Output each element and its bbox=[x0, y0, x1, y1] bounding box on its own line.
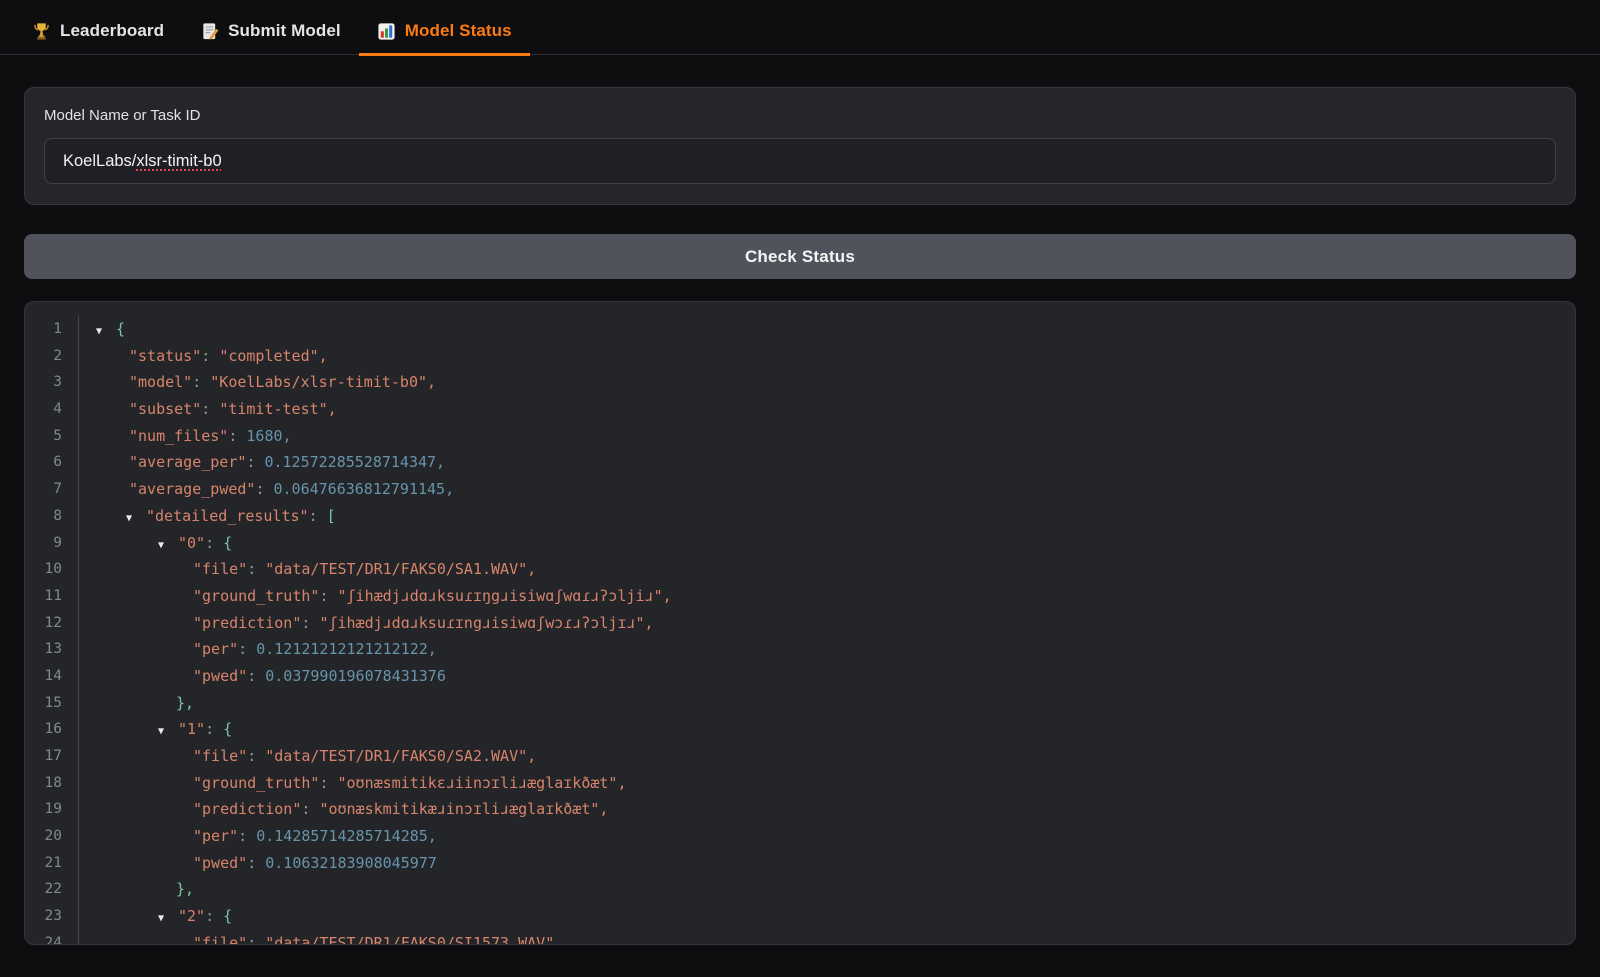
line-number: 8 bbox=[25, 503, 78, 530]
json-line: 8▼"detailed_results": [ bbox=[25, 503, 1575, 530]
line-number: 11 bbox=[25, 583, 78, 610]
json-line: 2"status": "completed", bbox=[25, 343, 1575, 370]
line-number: 21 bbox=[25, 850, 78, 877]
model-input-panel: Model Name or Task ID KoelLabs/xlsr-timi… bbox=[24, 87, 1576, 205]
tab-submit-model[interactable]: Submit Model bbox=[182, 10, 359, 56]
json-line: 1▼{ bbox=[25, 316, 1575, 343]
tab-model-status[interactable]: Model Status bbox=[359, 10, 530, 56]
line-number: 10 bbox=[25, 556, 78, 583]
memo-icon bbox=[200, 22, 219, 41]
json-line: 22}, bbox=[25, 876, 1575, 903]
json-line: 17"file": "data/TEST/DR1/FAKS0/SA2.WAV", bbox=[25, 743, 1575, 770]
collapse-triangle-icon[interactable]: ▼ bbox=[96, 319, 116, 343]
json-line: 10"file": "data/TEST/DR1/FAKS0/SA1.WAV", bbox=[25, 556, 1575, 583]
line-number: 23 bbox=[25, 903, 78, 930]
model-input-label: Model Name or Task ID bbox=[44, 107, 1556, 124]
json-line: 3"model": "KoelLabs/xlsr-timit-b0", bbox=[25, 369, 1575, 396]
json-line: 20"per": 0.14285714285714285, bbox=[25, 823, 1575, 850]
line-number: 6 bbox=[25, 449, 78, 476]
check-status-button[interactable]: Check Status bbox=[24, 234, 1576, 279]
tab-submit-model-label: Submit Model bbox=[228, 21, 341, 41]
line-number: 2 bbox=[25, 343, 78, 370]
tab-bar: Leaderboard Submit Model Model Status bbox=[0, 0, 1600, 55]
json-line: 14"pwed": 0.037990196078431376 bbox=[25, 663, 1575, 690]
line-number: 24 bbox=[25, 930, 78, 945]
json-line: 21"pwed": 0.10632183908045977 bbox=[25, 850, 1575, 877]
line-number: 3 bbox=[25, 369, 78, 396]
collapse-triangle-icon[interactable]: ▼ bbox=[158, 533, 178, 557]
json-line: 16▼"1": { bbox=[25, 716, 1575, 743]
json-line: 7"average_pwed": 0.06476636812791145, bbox=[25, 476, 1575, 503]
tab-leaderboard[interactable]: Leaderboard bbox=[14, 10, 182, 56]
collapse-triangle-icon[interactable]: ▼ bbox=[158, 719, 178, 743]
bar-chart-icon bbox=[377, 22, 396, 41]
json-line: 23▼"2": { bbox=[25, 903, 1575, 930]
json-line: 6"average_per": 0.12572285528714347, bbox=[25, 449, 1575, 476]
collapse-triangle-icon[interactable]: ▼ bbox=[126, 506, 146, 530]
line-number: 16 bbox=[25, 716, 78, 743]
json-line: 24"file": "data/TEST/DR1/FAKS0/SI1573.WA… bbox=[25, 930, 1575, 945]
json-line: 4"subset": "timit-test", bbox=[25, 396, 1575, 423]
line-number: 7 bbox=[25, 476, 78, 503]
collapse-triangle-icon[interactable]: ▼ bbox=[158, 906, 178, 930]
line-number: 17 bbox=[25, 743, 78, 770]
line-number: 5 bbox=[25, 423, 78, 450]
line-number: 18 bbox=[25, 770, 78, 797]
model-name-input[interactable]: KoelLabs/xlsr-timit-b0 bbox=[44, 138, 1556, 184]
tab-leaderboard-label: Leaderboard bbox=[60, 21, 164, 41]
line-number: 20 bbox=[25, 823, 78, 850]
json-line: 11"ground_truth": "ʃihædjɹdɑɹksuɾɪŋgɹisi… bbox=[25, 583, 1575, 610]
json-line: 5"num_files": 1680, bbox=[25, 423, 1575, 450]
json-line: 19"prediction": "oʊnæskmitikæɹinɔɪliɹægl… bbox=[25, 796, 1575, 823]
line-number: 19 bbox=[25, 796, 78, 823]
tab-model-status-label: Model Status bbox=[405, 21, 512, 41]
json-line: 13"per": 0.12121212121212122, bbox=[25, 636, 1575, 663]
line-number: 4 bbox=[25, 396, 78, 423]
line-number: 1 bbox=[25, 316, 78, 343]
model-name-value-prefix: KoelLabs/ bbox=[63, 152, 136, 171]
json-line: 15}, bbox=[25, 690, 1575, 717]
line-number: 13 bbox=[25, 636, 78, 663]
json-line: 9▼"0": { bbox=[25, 530, 1575, 557]
line-number: 15 bbox=[25, 690, 78, 717]
line-number: 12 bbox=[25, 610, 78, 637]
line-number: 22 bbox=[25, 876, 78, 903]
line-number: 9 bbox=[25, 530, 78, 557]
model-name-value-flagged: xlsr-timit-b0 bbox=[136, 152, 221, 171]
line-number: 14 bbox=[25, 663, 78, 690]
main-content: Model Name or Task ID KoelLabs/xlsr-timi… bbox=[0, 87, 1600, 945]
json-line: 12"prediction": "ʃihædjɹdɑɹksuɾɪngɹisiwɑ… bbox=[25, 610, 1575, 637]
trophy-icon bbox=[32, 22, 51, 41]
json-viewer[interactable]: 1▼{2"status": "completed",3"model": "Koe… bbox=[24, 301, 1576, 945]
json-line: 18"ground_truth": "oʊnæsmitikɛɹiinɔɪliɹæ… bbox=[25, 770, 1575, 797]
